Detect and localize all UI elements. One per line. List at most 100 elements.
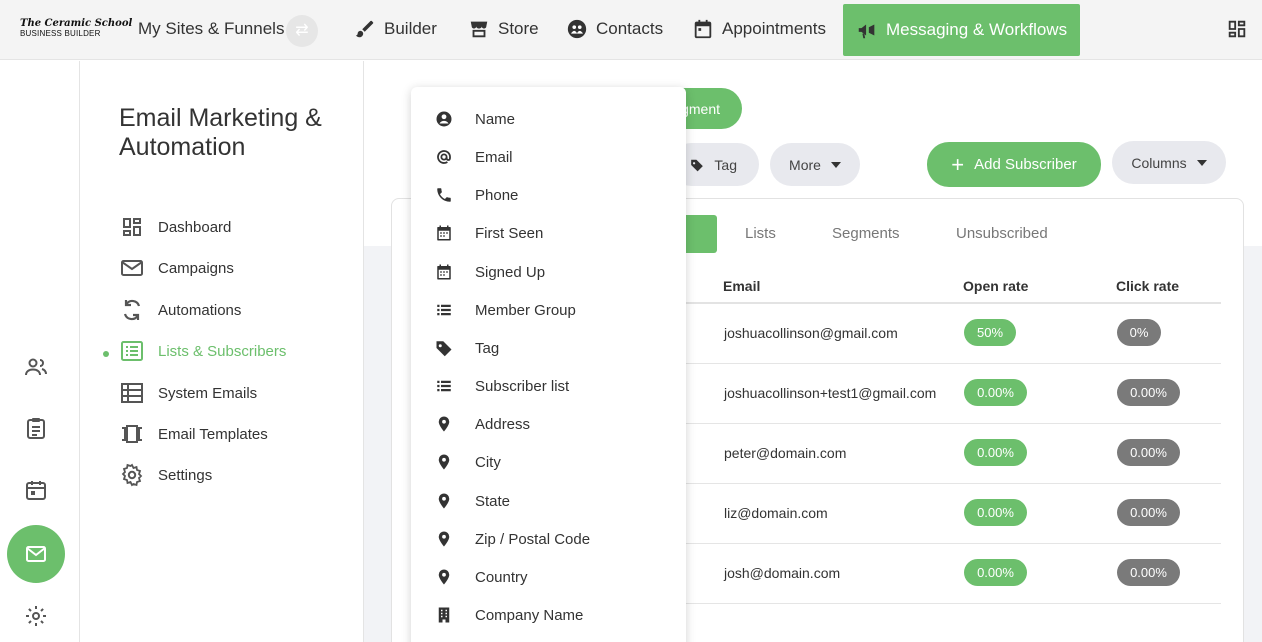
at-icon [437,150,451,164]
list-icon [437,380,451,392]
sidebar-item-label: Campaigns [158,259,234,277]
calendar-icon [694,19,712,39]
plus-icon: + [951,151,965,177]
person-icon [436,111,452,127]
nav-store[interactable]: Store [468,0,539,58]
column-header-email[interactable]: Email [723,278,760,294]
column-option-label: Zip / Postal Code [475,530,591,548]
column-option-label: Subscriber list [475,377,570,395]
people-icon[interactable] [24,355,48,379]
nav-contacts[interactable]: Contacts [566,0,663,58]
column-option-label: Country [475,568,528,586]
column-option-member-group[interactable]: Member Group [435,301,576,319]
column-option-subscriber-list[interactable]: Subscriber list [435,377,569,395]
nav-store-label: Store [498,19,539,38]
pin-icon [438,416,450,432]
clipboard-icon[interactable] [24,416,48,440]
open-rate-badge: 0.00% [964,379,1027,406]
brush-icon [355,20,374,38]
column-header-click-rate[interactable]: Click rate [1116,278,1179,294]
nav-messaging-workflows[interactable]: Messaging & Workflows [843,4,1081,56]
calendar-icon [437,225,451,241]
column-header-open-rate[interactable]: Open rate [963,278,1028,294]
sidebar-item-system-emails[interactable]: System Emails [120,381,257,405]
brand-logo[interactable]: The Ceramic School BUSINESS BUILDER [20,19,132,41]
sidebar-item-label: Settings [158,466,213,484]
table-header-divider [660,302,1221,304]
apps-grid-icon[interactable] [1226,18,1248,40]
column-option-name[interactable]: Name [435,110,515,128]
nav-messaging-label: Messaging & Workflows [886,20,1068,39]
mail-icon [121,260,143,276]
column-option-signed-up[interactable]: Signed Up [435,263,545,281]
chevron-down-icon [830,161,841,168]
nav-builder[interactable]: Builder [354,0,437,58]
messaging-rail-button[interactable] [7,525,65,583]
contacts-icon [567,19,587,39]
column-option-label: Phone [475,186,519,204]
column-option-label: City [475,453,501,471]
column-option-label: Signed Up [475,263,546,281]
row-divider [660,423,1221,424]
column-option-country[interactable]: Country [435,568,528,586]
mail-icon [26,546,46,562]
column-option-zip[interactable]: Zip / Postal Code [435,530,590,548]
list-icon [437,304,451,316]
nav-contacts-label: Contacts [596,19,664,38]
new-segment-label: gment [681,100,720,117]
row-divider [660,603,1221,604]
row-divider [660,483,1221,484]
nav-builder-label: Builder [384,19,437,38]
swap-icon[interactable]: ⇄ [286,15,318,47]
columns-label: Columns [1131,154,1187,171]
settings-rail-icon[interactable] [24,604,48,628]
list-box-icon [121,383,143,403]
tab-segments[interactable]: Segments [832,225,900,242]
columns-button[interactable]: Columns [1112,141,1226,184]
sidebar-item-email-templates[interactable]: Email Templates [120,422,268,446]
column-option-tag[interactable]: Tag [435,339,499,357]
column-option-state[interactable]: State [435,492,510,510]
click-rate-badge: 0.00% [1117,379,1180,406]
more-filters-button[interactable]: More [770,143,860,186]
sidebar-item-lists-subscribers[interactable]: Lists & Subscribers [120,339,286,363]
active-indicator-dot [103,351,109,357]
row-email: peter@domain.com [724,445,847,461]
my-sites-link[interactable]: My Sites & Funnels [138,19,284,39]
tab-unsubscribed[interactable]: Unsubscribed [956,225,1048,242]
column-option-label: Company Name [475,606,584,624]
add-subscriber-button[interactable]: + Add Subscriber [927,142,1101,187]
sidebar-item-campaigns[interactable]: Campaigns [120,256,234,280]
row-email: joshuacollinson@gmail.com [724,325,898,341]
email-marketing-sidebar: Email Marketing & Automation Dashboard C… [80,61,364,642]
click-rate-badge: 0% [1117,319,1161,346]
column-option-phone[interactable]: Phone [435,186,518,204]
open-rate-badge: 0.00% [964,559,1027,586]
column-option-label: Tag [475,339,500,357]
nav-appointments[interactable]: Appointments [692,0,826,58]
tab-lists[interactable]: Lists [745,225,776,242]
column-option-city[interactable]: City [435,453,501,471]
gear-icon [121,463,143,487]
sidebar-item-dashboard[interactable]: Dashboard [120,215,231,239]
add-subscriber-label: Add Subscriber [974,156,1077,173]
calendar-rail-icon[interactable] [24,478,48,502]
refresh-icon [123,299,141,321]
sidebar-item-automations[interactable]: Automations [120,298,241,322]
pin-icon [438,454,450,470]
click-rate-badge: 0.00% [1117,499,1180,526]
column-option-first-seen[interactable]: First Seen [435,224,543,242]
chevron-down-icon [1196,159,1207,166]
sidebar-item-label: Dashboard [158,218,232,236]
calendar-icon [437,264,451,280]
pin-icon [438,569,450,585]
row-divider [660,363,1221,364]
column-option-company-name[interactable]: Company Name [435,606,583,624]
phone-icon [437,188,451,202]
column-option-email[interactable]: Email [435,148,513,166]
sidebar-item-settings[interactable]: Settings [120,463,212,487]
click-rate-badge: 0.00% [1117,559,1180,586]
sidebar-item-label: System Emails [158,384,258,402]
column-option-address[interactable]: Address [435,415,530,433]
pin-icon [438,493,450,509]
